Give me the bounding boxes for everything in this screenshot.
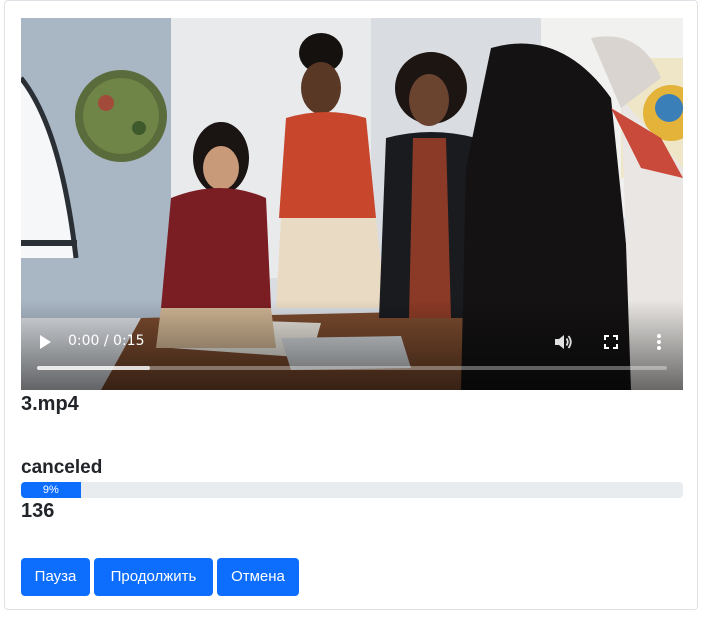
seek-bar[interactable] (37, 366, 667, 370)
pause-button[interactable]: Пауза (21, 558, 90, 596)
volume-icon (555, 335, 572, 349)
file-name: 3.mp4 (21, 393, 79, 415)
seek-buffered (37, 366, 151, 370)
fullscreen-button[interactable] (600, 331, 622, 353)
cancel-button[interactable]: Отмена (217, 558, 299, 596)
resume-button[interactable]: Продолжить (94, 558, 213, 596)
play-button[interactable] (35, 332, 55, 352)
video-player[interactable]: 0:00 / 0:15 (21, 18, 683, 390)
time-display: 0:00 / 0:15 (68, 333, 145, 349)
upload-count: 136 (21, 500, 55, 522)
mute-button[interactable] (552, 331, 574, 353)
fullscreen-icon (604, 335, 618, 349)
upload-progress: 9% (21, 482, 683, 498)
upload-progress-bar: 9% (21, 482, 81, 498)
play-icon (40, 335, 51, 349)
more-options-button[interactable] (648, 331, 670, 353)
more-vertical-icon (657, 334, 661, 350)
upload-status: canceled (21, 457, 103, 478)
